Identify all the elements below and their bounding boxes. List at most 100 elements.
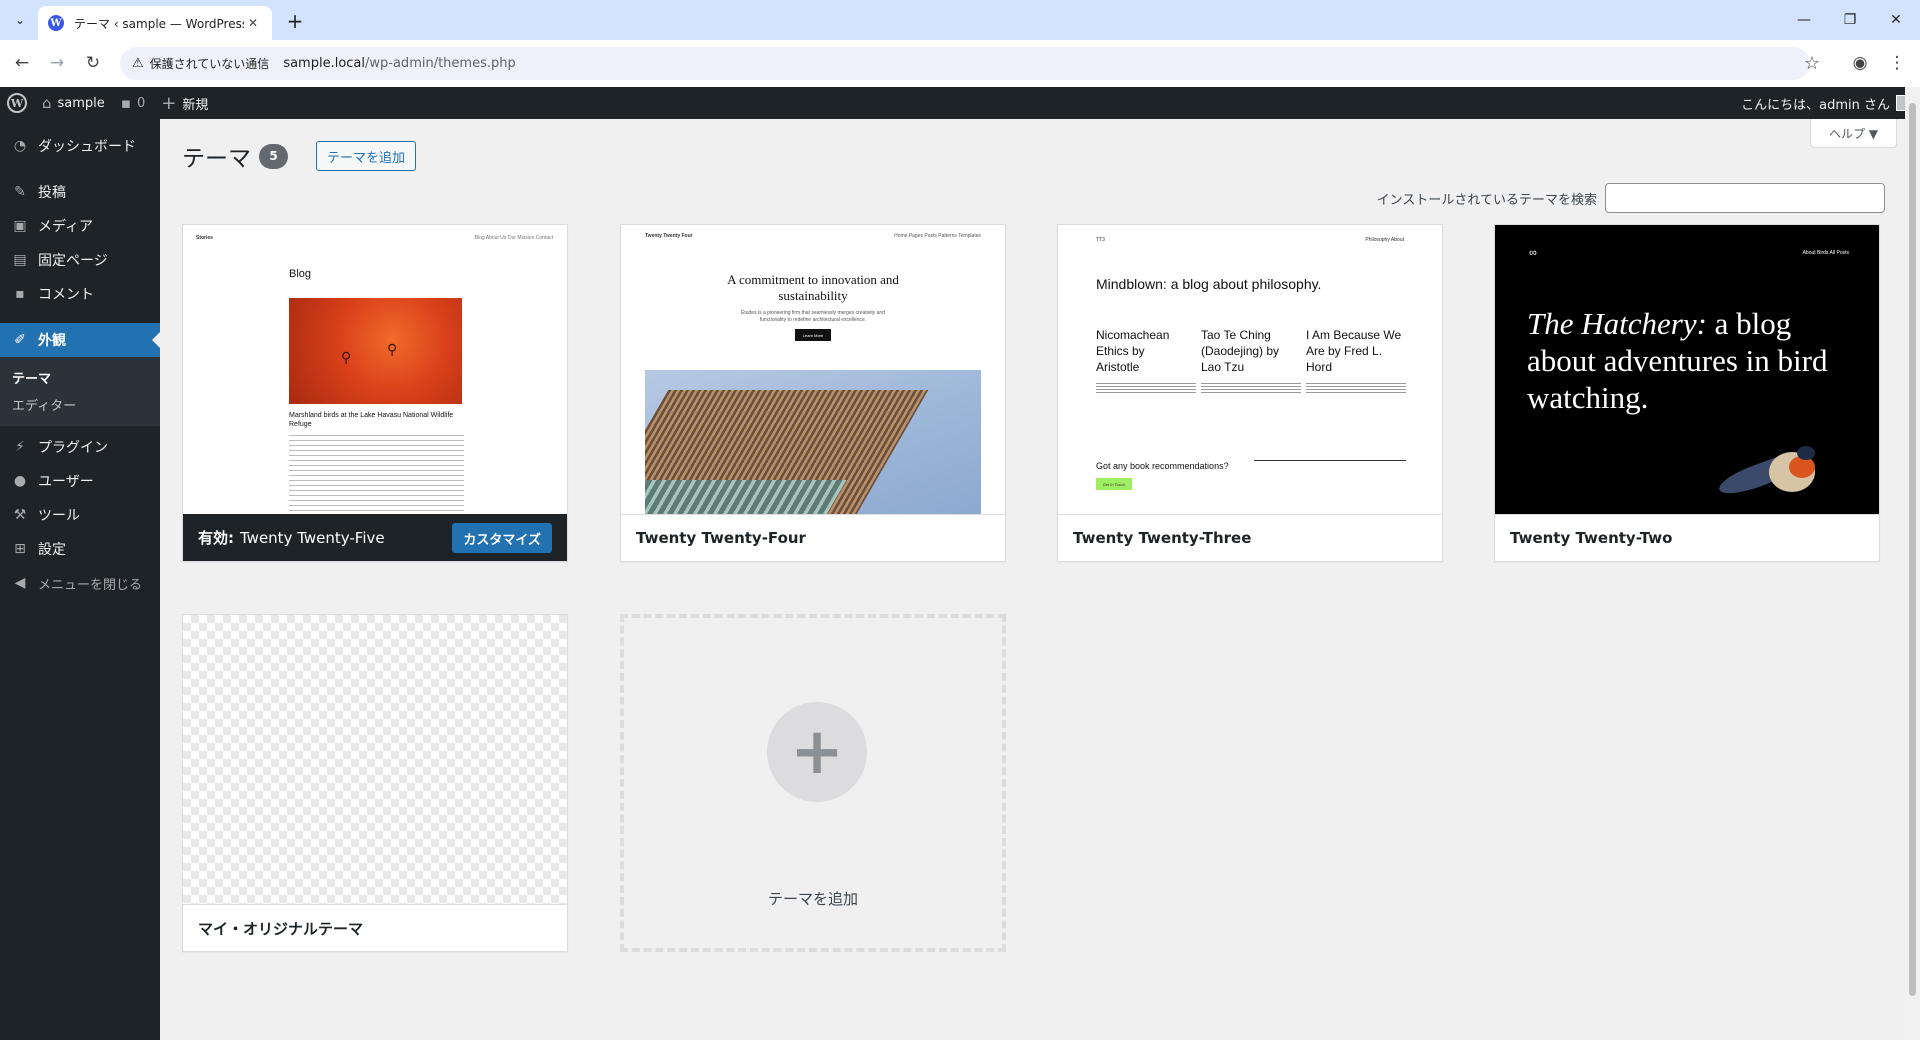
wp-admin-bar: W ⌂ sample ▪ 0 + 新規 こんにちは、admin さん [0, 87, 1920, 119]
shot-nav: Blog About Us Our Mission Contact [474, 235, 553, 241]
theme-card-twentytwentyfour[interactable]: Twenty Twenty Four Home Pages Posts Patt… [620, 224, 1006, 562]
shot-rule [1254, 460, 1406, 461]
forward-icon[interactable]: → [44, 50, 70, 76]
theme-card-twentytwentyfive[interactable]: Stories Blog About Us Our Mission Contac… [182, 224, 568, 562]
menu-comments[interactable]: ▪ コメント [0, 277, 160, 311]
theme-name: Twenty Twenty-Five [240, 528, 385, 547]
shot-site-title: Twenty Twenty Four [645, 233, 693, 239]
menu-label: 固定ページ [38, 253, 108, 269]
page-title: テーマ [182, 146, 251, 172]
submenu-themes[interactable]: テーマ [0, 364, 160, 391]
site-name-link[interactable]: ⌂ sample [34, 87, 113, 119]
menu-label: 設定 [38, 542, 66, 558]
scrollbar-thumb[interactable] [1909, 103, 1916, 996]
site-name: sample [57, 95, 105, 111]
appearance-submenu: テーマ エディター [0, 357, 160, 426]
theme-name-bar: マイ・オリジナルテーマ [183, 904, 567, 951]
minimize-icon[interactable]: — [1792, 8, 1816, 32]
shot-site-title: TT3 [1096, 237, 1105, 243]
menu-media[interactable]: ▣ メディア [0, 209, 160, 243]
search-input[interactable] [1605, 183, 1885, 213]
tab-close-icon[interactable]: ✕ [244, 16, 262, 30]
menu-label: ユーザー [38, 474, 94, 490]
shot-text-lines [1096, 381, 1196, 395]
address-bar[interactable]: ⚠ 保護されていない通信 sample.local/wp-admin/theme… [120, 47, 1810, 80]
browser-tab[interactable]: W テーマ ‹ sample — WordPress ✕ [38, 6, 272, 40]
shot-building-image [645, 370, 981, 514]
shot-headline: A commitment to innovation and sustainab… [727, 272, 899, 303]
menu-appearance[interactable]: ✐ 外観 [0, 323, 160, 357]
settings-icon: ⊞ [14, 541, 26, 557]
collapse-menu[interactable]: ◀ メニューを閉じる [0, 566, 160, 600]
page-icon: ▤ [13, 252, 27, 268]
reload-icon[interactable]: ↻ [80, 50, 106, 76]
theme-count-badge: 5 [259, 143, 288, 169]
theme-card-original[interactable]: マイ・オリジナルテーマ [182, 614, 568, 952]
window-close-icon[interactable]: ✕ [1884, 8, 1908, 32]
warning-icon: ⚠ [132, 56, 144, 71]
menu-label: メニューを閉じる [38, 577, 143, 593]
shot-column-1: Nicomachean Ethics by Aristotle [1096, 328, 1170, 374]
wp-logo-menu[interactable]: W [0, 87, 34, 119]
media-icon: ▣ [13, 218, 27, 234]
menu-tools[interactable]: ⚒ ツール [0, 498, 160, 532]
shot-bird-image: ⚲ ⚲ [289, 298, 462, 404]
theme-card-twentytwentythree[interactable]: TT3 Philosophy About Mindblown: a blog a… [1057, 224, 1443, 562]
add-new-theme-card[interactable]: + テーマを追加 [620, 614, 1006, 952]
add-new-theme-label: テーマを追加 [767, 890, 858, 908]
submenu-editor[interactable]: エディター [0, 391, 160, 418]
comments-link[interactable]: ▪ 0 [113, 87, 153, 119]
page-scrollbar[interactable] [1905, 87, 1920, 1040]
menu-settings[interactable]: ⊞ 設定 [0, 532, 160, 566]
theme-name: Twenty Twenty-Two [1510, 529, 1673, 547]
new-content-link[interactable]: + 新規 [153, 87, 216, 119]
profile-icon[interactable]: ◉ [1847, 50, 1873, 76]
tab-search-icon[interactable]: ⌄ [8, 8, 32, 32]
bookmark-star-icon[interactable]: ☆ [1799, 50, 1825, 76]
account-menu[interactable]: こんにちは、admin さん [1741, 87, 1912, 119]
shot-headline-italic: The Hatchery: [1527, 306, 1707, 341]
add-theme-button[interactable]: テーマを追加 [316, 141, 417, 171]
theme-screenshot: TT3 Philosophy About Mindblown: a blog a… [1058, 225, 1442, 514]
restore-icon[interactable]: ❐ [1838, 8, 1862, 32]
comment-icon: ▪ [120, 94, 131, 112]
shot-text-lines [1201, 381, 1301, 395]
shot-column-3: I Am Because We Are by Fred L. Hord [1306, 328, 1402, 374]
pin-icon: ✎ [14, 184, 26, 200]
help-tab[interactable]: ヘルプ ▼ [1810, 119, 1897, 148]
shot-body-text [289, 433, 464, 513]
theme-name-bar: Twenty Twenty-Four [621, 514, 1005, 561]
theme-name-bar: Twenty Twenty-Two [1495, 514, 1879, 561]
menu-posts[interactable]: ✎ 投稿 [0, 175, 160, 209]
greeting: こんにちは、admin さん [1741, 97, 1890, 113]
theme-name: Twenty Twenty-Three [1073, 529, 1252, 547]
url-path: /wp-admin/themes.php [365, 56, 516, 71]
home-icon: ⌂ [42, 94, 52, 112]
plus-icon: + [161, 92, 177, 114]
shot-button: Get In Touch [1096, 478, 1132, 490]
customize-button[interactable]: カスタマイズ [452, 523, 552, 553]
shot-text-lines [1306, 381, 1406, 395]
search-label: インストールされているテーマを検索 [1376, 192, 1597, 208]
menu-plugins[interactable]: ⚡ プラグイン [0, 430, 160, 464]
menu-dashboard[interactable]: ◔ ダッシュボード [0, 129, 160, 163]
menu-label: ツール [38, 508, 80, 524]
page-header: テーマ 5 テーマを追加 [182, 139, 417, 173]
theme-name-bar: 有効: Twenty Twenty-Five カスタマイズ [183, 514, 567, 561]
shot-bird-illustration [1715, 430, 1837, 504]
theme-name-bar: Twenty Twenty-Three [1058, 514, 1442, 561]
collapse-arrow-icon: ◀ [14, 575, 26, 591]
brush-icon: ✐ [14, 332, 26, 348]
theme-screenshot: ∞ About Birds All Posts The Hatchery: a … [1495, 225, 1879, 514]
admin-sidebar: ◔ ダッシュボード ✎ 投稿 ▣ メディア ▤ 固定ページ ▪ コメント ✐ 外観 テーマ … [0, 119, 160, 1040]
active-prefix: 有効: [198, 529, 234, 547]
menu-pages[interactable]: ▤ 固定ページ [0, 243, 160, 277]
browser-menu-icon[interactable]: ⋮ [1884, 50, 1910, 76]
menu-users[interactable]: ● ユーザー [0, 464, 160, 498]
theme-screenshot-empty [183, 615, 567, 904]
theme-card-twentytwentytwo[interactable]: ∞ About Birds All Posts The Hatchery: a … [1494, 224, 1880, 562]
shot-heading: Blog [289, 268, 312, 280]
wrench-icon: ⚒ [13, 507, 27, 523]
new-tab-icon[interactable]: + [283, 9, 307, 33]
back-icon[interactable]: ← [9, 50, 35, 76]
